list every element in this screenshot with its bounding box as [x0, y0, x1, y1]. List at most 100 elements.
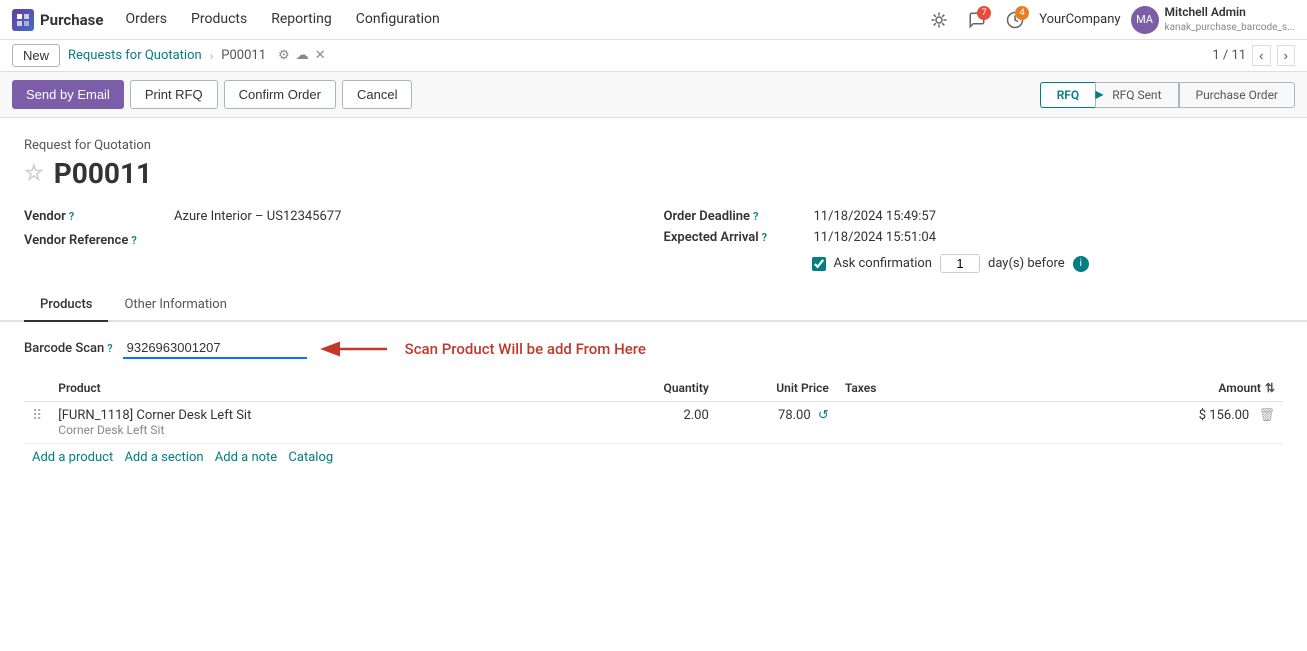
annotation-text: Scan Product Will be add From Here [405, 340, 646, 358]
tab-products[interactable]: Products [24, 289, 108, 322]
print-rfq-button[interactable]: Print RFQ [130, 80, 218, 109]
record-position: 1 / 11 [1212, 48, 1246, 63]
vendor-ref-help[interactable]: ? [131, 234, 136, 247]
app-logo[interactable]: Purchase [12, 9, 103, 31]
messages-badge: 7 [977, 6, 991, 20]
vendor-value: Azure Interior – US12345677 [174, 209, 341, 224]
vendor-field: Vendor ? Azure Interior – US12345677 [24, 206, 644, 227]
cancel-button[interactable]: Cancel [342, 80, 412, 109]
vendor-ref-input[interactable] [174, 230, 358, 250]
add-note-link[interactable]: Add a note [215, 450, 277, 465]
breadcrumb-separator: › [210, 49, 214, 63]
order-deadline-help[interactable]: ? [753, 210, 758, 223]
col-qty-header: Quantity [617, 375, 717, 402]
vendor-help[interactable]: ? [69, 210, 74, 223]
price-value[interactable]: 78.00 [778, 408, 811, 423]
expected-arrival-label: Expected Arrival ? [664, 230, 804, 245]
vendor-label: Vendor ? [24, 209, 164, 224]
delete-row-icon[interactable]: 🗑 [1258, 408, 1275, 423]
nav-right: 7 4 YourCompany MA Mitchell Admin kanak_… [925, 5, 1295, 34]
vendor-ref-label: Vendor Reference ? [24, 233, 164, 248]
product-table: Product Quantity Unit Price Taxes Amount… [24, 375, 1283, 471]
order-deadline-label: Order Deadline ? [664, 209, 804, 224]
row-taxes[interactable] [837, 402, 987, 444]
nav-products[interactable]: Products [179, 0, 259, 40]
cloud-icon[interactable]: ☁ [296, 48, 309, 63]
confirmation-info-icon[interactable]: i [1073, 256, 1089, 272]
price-reset-icon[interactable]: ↺ [818, 408, 829, 423]
avatar: MA [1131, 6, 1159, 34]
close-icon[interactable]: ✕ [315, 48, 326, 63]
form-header: Request for Quotation ☆ P00011 Vendor ? … [0, 118, 1307, 289]
breadcrumb-icons: ⚙ ☁ ✕ [278, 48, 326, 63]
products-section: Barcode Scan ? Scan Product Will be add … [0, 322, 1307, 487]
amount-settings-icon[interactable]: ⇅ [1265, 381, 1275, 395]
send-email-button[interactable]: Send by Email [12, 80, 124, 109]
form-subtitle: Request for Quotation [24, 138, 1283, 153]
breadcrumb-right: 1 / 11 ‹ › [1212, 45, 1295, 66]
status-rfq-sent[interactable]: RFQ Sent [1095, 82, 1178, 108]
company-name: YourCompany [1039, 12, 1120, 27]
breadcrumb-left: New Requests for Quotation › P00011 ⚙ ☁ … [12, 44, 326, 67]
order-deadline-value: 11/18/2024 15:49:57 [814, 209, 937, 224]
app-name: Purchase [40, 11, 103, 29]
row-product: [FURN_1118] Corner Desk Left Sit Corner … [50, 402, 617, 444]
barcode-help[interactable]: ? [107, 342, 112, 355]
barcode-label: Barcode Scan ? [24, 341, 113, 356]
user-name: Mitchell Admin [1165, 5, 1295, 21]
main-menu: Orders Products Reporting Configuration [113, 0, 451, 40]
order-number: P00011 [54, 157, 152, 190]
ask-confirmation-label: Ask confirmation [834, 256, 933, 271]
amount-value: $ 156.00 [1199, 408, 1250, 423]
ask-confirmation-checkbox[interactable] [812, 257, 826, 271]
confirmation-days-input[interactable] [940, 254, 980, 273]
add-section-link[interactable]: Add a section [124, 450, 203, 465]
main-form: Request for Quotation ☆ P00011 Vendor ? … [0, 118, 1307, 487]
breadcrumb-current: P00011 [221, 48, 266, 63]
form-fields: Vendor ? Azure Interior – US12345677 Ven… [24, 206, 1283, 279]
col-amount-header: Amount ⇅ [987, 375, 1283, 402]
nav-configuration[interactable]: Configuration [344, 0, 452, 40]
next-record-button[interactable]: › [1277, 45, 1295, 66]
tabs-bar: Products Other Information [0, 289, 1307, 322]
catalog-link[interactable]: Catalog [288, 450, 333, 465]
breadcrumb-link[interactable]: Requests for Quotation [68, 48, 202, 63]
row-amount: $ 156.00 🗑 [987, 402, 1283, 444]
tab-other-info[interactable]: Other Information [108, 289, 242, 322]
action-buttons: Send by Email Print RFQ Confirm Order Ca… [12, 80, 412, 109]
top-nav: Purchase Orders Products Reporting Confi… [0, 0, 1307, 40]
nav-orders[interactable]: Orders [113, 0, 179, 40]
table-actions: Add a product Add a section Add a note C… [24, 444, 1283, 472]
prev-record-button[interactable]: ‹ [1252, 45, 1270, 66]
bug-button[interactable] [925, 6, 953, 34]
row-qty[interactable]: 2.00 [617, 402, 717, 444]
form-title: ☆ P00011 [24, 157, 1283, 190]
row-handle[interactable]: ⠿ [24, 402, 50, 444]
breadcrumb-bar: New Requests for Quotation › P00011 ⚙ ☁ … [0, 40, 1307, 72]
expected-arrival-field: Expected Arrival ? 11/18/2024 15:51:04 [664, 227, 1284, 248]
expected-arrival-help[interactable]: ? [762, 231, 767, 244]
nav-reporting[interactable]: Reporting [259, 0, 344, 40]
confirm-order-button[interactable]: Confirm Order [224, 80, 336, 109]
product-desc: Corner Desk Left Sit [58, 423, 609, 437]
messages-button[interactable]: 7 [963, 6, 991, 34]
col-price-header: Unit Price [717, 375, 837, 402]
add-product-link[interactable]: Add a product [32, 450, 113, 465]
status-purchase-order[interactable]: Purchase Order [1179, 82, 1296, 108]
red-arrow-icon [317, 339, 397, 359]
product-name[interactable]: [FURN_1118] Corner Desk Left Sit [58, 408, 609, 423]
ask-confirmation-row: Ask confirmation day(s) before i [664, 248, 1284, 279]
favorite-icon[interactable]: ☆ [24, 161, 44, 186]
logo-icon [12, 9, 34, 31]
new-button[interactable]: New [12, 44, 60, 67]
barcode-input[interactable] [123, 338, 307, 359]
status-rfq[interactable]: RFQ [1040, 82, 1096, 108]
settings-icon[interactable]: ⚙ [278, 48, 290, 63]
col-tax-header: Taxes [837, 375, 987, 402]
content-area: Request for Quotation ☆ P00011 Vendor ? … [0, 118, 1307, 651]
user-menu[interactable]: MA Mitchell Admin kanak_purchase_barcode… [1131, 5, 1295, 34]
activities-button[interactable]: 4 [1001, 6, 1029, 34]
status-steps: RFQ RFQ Sent Purchase Order [1040, 82, 1295, 108]
col-product-header: Product [50, 375, 617, 402]
expected-arrival-value: 11/18/2024 15:51:04 [814, 230, 937, 245]
